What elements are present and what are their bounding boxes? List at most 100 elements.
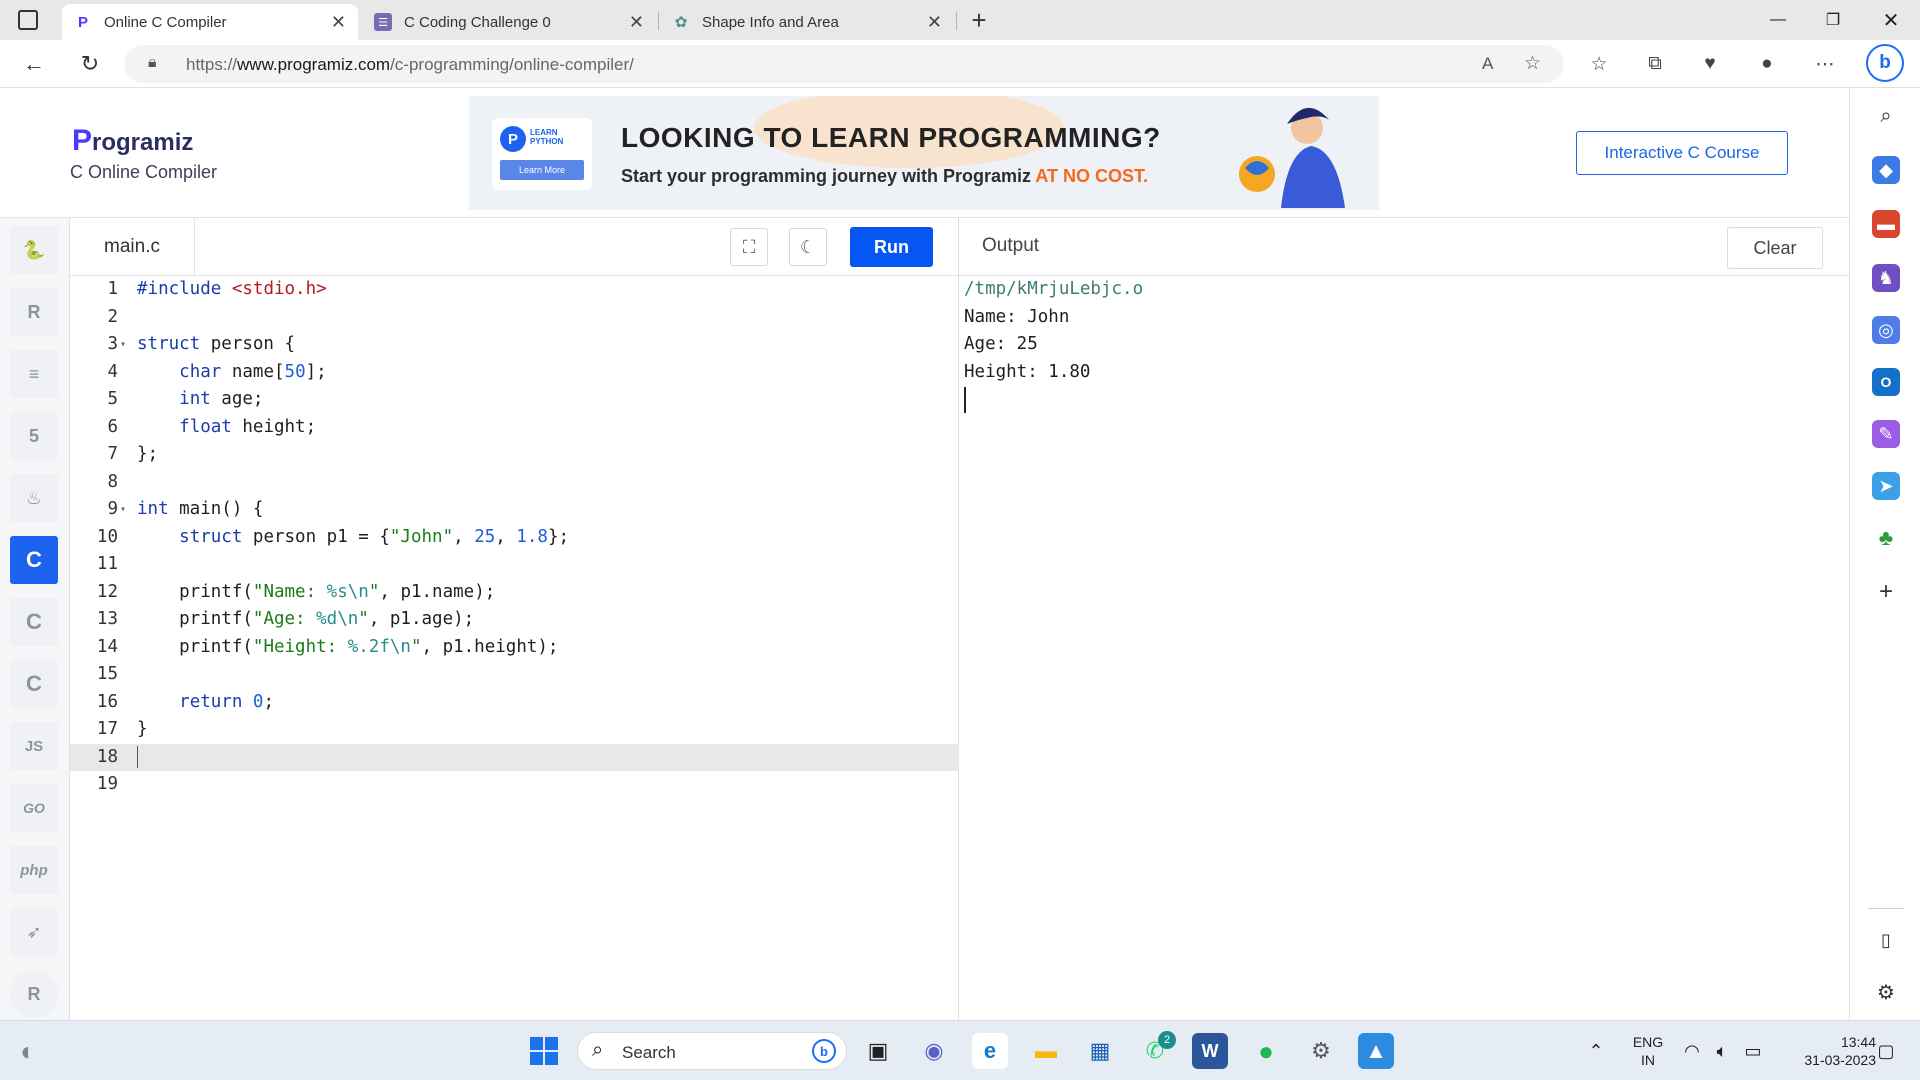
browser-essentials-icon[interactable]: ♥ (1695, 50, 1725, 78)
url-text: https://www.programiz.com/c-programming/… (186, 55, 634, 74)
collections-icon[interactable]: ⧉ (1640, 50, 1670, 78)
lock-icon[interactable]: 🔒︎ (148, 54, 157, 72)
refresh-icon[interactable]: ↻ (72, 48, 108, 80)
code-line: 14 printf("Height: %.2f\n", p1.height); (96, 636, 559, 657)
word-icon[interactable]: W (1192, 1033, 1228, 1069)
editor-pane: main.c ⛶ ☾ Run 1 #include <stdio.h> 2 3 ▾ s… (70, 218, 959, 1020)
read-aloud-icon[interactable]: A (1482, 54, 1493, 74)
code-line: 16 return 0; (96, 691, 275, 712)
file-explorer-icon[interactable]: ▬ (1028, 1033, 1064, 1069)
weather-icon[interactable]: ◐ (10, 1033, 46, 1069)
microsoft-store-icon[interactable]: ▦ (1082, 1033, 1118, 1069)
banner-subline: Start your programming journey with Prog… (621, 166, 1149, 186)
output-pane: Output Clear /tmp/kMrjuLebjc.o Name: Joh… (959, 218, 1849, 1020)
add-sidebar-app-icon[interactable]: + (1872, 578, 1900, 606)
text-cursor (137, 745, 138, 768)
language-sidebar: 🐍 R ≡ 5 ♨ C C C JS GO php ➶ R (0, 218, 70, 1020)
swift-lang-icon[interactable]: ➶ (10, 908, 58, 956)
close-tab-icon[interactable]: ✕ (927, 12, 942, 33)
tab-c-coding-challenge[interactable]: ☰ C Coding Challenge 0 ✕ (362, 4, 656, 40)
microsoft-365-icon[interactable]: ◎ (1872, 316, 1900, 344)
page-subtitle: C Online Compiler (70, 162, 218, 182)
battery-icon[interactable]: ▭ (1735, 1033, 1771, 1069)
language-indicator[interactable]: ENG IN (1628, 1033, 1668, 1069)
close-tab-icon[interactable]: ✕ (331, 12, 346, 33)
minimize-icon[interactable]: — (1751, 0, 1805, 40)
interactive-c-course-button[interactable]: Interactive C Course (1576, 131, 1788, 175)
javascript-lang-icon[interactable]: JS (10, 722, 58, 770)
html-lang-icon[interactable]: 5 (10, 412, 58, 460)
run-button[interactable]: Run (850, 227, 933, 267)
banner-card: P LEARN PYTHON Learn More (492, 118, 592, 190)
clear-button[interactable]: Clear (1727, 227, 1823, 269)
tree-icon[interactable]: ♣ (1872, 524, 1900, 552)
python-lang-icon[interactable]: 🐍 (10, 226, 58, 274)
address-bar[interactable]: 🔒︎ https://www.programiz.com/c-programmi… (124, 45, 1564, 83)
programiz-logo[interactable]: Programiz (72, 124, 193, 158)
fullscreen-icon[interactable]: ⛶ (730, 228, 768, 266)
output-line: Name: John (964, 306, 1070, 327)
browser-toolbar: ← ↻ 🔒︎ https://www.programiz.com/c-progr… (0, 40, 1920, 88)
close-tab-icon[interactable]: ✕ (629, 12, 644, 33)
profile-icon[interactable]: ● (1752, 50, 1782, 78)
back-icon[interactable]: ← (16, 48, 52, 80)
games-icon[interactable]: ♞ (1872, 264, 1900, 292)
learn-more-button[interactable]: Learn More (500, 160, 584, 180)
shopping-icon[interactable]: ◆ (1872, 156, 1900, 184)
show-hidden-icons-icon[interactable]: ⌃ (1578, 1033, 1614, 1069)
hide-sidebar-icon[interactable]: ▯ (1872, 926, 1900, 954)
windows-start-icon[interactable] (526, 1033, 562, 1069)
fold-arrow-icon[interactable]: ▾ (120, 496, 126, 524)
teams-chat-icon[interactable]: ◉ (916, 1033, 952, 1069)
tab-actions-icon[interactable] (18, 10, 38, 30)
php-lang-icon[interactable]: php (10, 846, 58, 894)
cpp-lang-icon[interactable]: C (10, 598, 58, 646)
outlook-icon[interactable]: O (1872, 368, 1900, 396)
favorites-icon[interactable]: ☆ (1584, 50, 1614, 78)
clock[interactable]: 13:44 31-03-2023 (1776, 1033, 1876, 1069)
code-line-active: 18 (70, 743, 959, 771)
c-lang-icon[interactable]: C (10, 536, 58, 584)
tab-title: Shape Info and Area (702, 13, 839, 31)
photos-icon[interactable]: ▲ (1358, 1033, 1394, 1069)
code-editor[interactable]: 1 #include <stdio.h> 2 3 ▾ struct person { … (70, 276, 959, 799)
task-view-icon[interactable]: ▣ (860, 1033, 896, 1069)
more-menu-icon[interactable]: ⋯ (1810, 50, 1840, 78)
settings-gear-icon[interactable]: ⚙ (1872, 978, 1900, 1006)
rust-lang-icon[interactable]: R (10, 970, 58, 1018)
close-window-icon[interactable]: ✕ (1864, 0, 1918, 40)
programiz-favicon-icon: P (77, 13, 88, 31)
search-icon[interactable]: ⌕ (1872, 102, 1900, 130)
code-line: 8 (107, 471, 118, 492)
whatsapp-badge: 2 (1158, 1031, 1176, 1049)
fold-arrow-icon[interactable]: ▾ (120, 331, 126, 359)
designer-icon[interactable]: ✎ (1872, 420, 1900, 448)
taskbar-search-box[interactable]: ⌕ Search b (577, 1032, 847, 1070)
code-line: 15 (96, 664, 118, 684)
restore-icon[interactable]: ❐ (1806, 0, 1860, 40)
r-lang-icon[interactable]: R (10, 288, 58, 336)
send-icon[interactable]: ➤ (1872, 472, 1900, 500)
tab-shape-info-and-area[interactable]: ✿ Shape Info and Area ✕ (660, 4, 954, 40)
add-favorite-icon[interactable]: ☆ (1524, 52, 1541, 75)
sidebar-divider (1868, 908, 1904, 909)
bing-icon[interactable]: b (812, 1039, 836, 1063)
go-lang-icon[interactable]: GO (10, 784, 58, 832)
java-lang-icon[interactable]: ♨ (10, 474, 58, 522)
spotify-icon[interactable]: ● (1248, 1033, 1284, 1069)
new-tab-icon[interactable]: + (964, 4, 994, 36)
notifications-icon[interactable]: ▢ (1868, 1033, 1904, 1069)
output-console[interactable]: /tmp/kMrjuLebjc.o Name: John Age: 25 Hei… (964, 276, 1143, 413)
file-tab-main-c[interactable]: main.c (70, 218, 195, 276)
banner-card-tag: LEARN PYTHON (530, 128, 564, 146)
code-line: 17} (96, 719, 148, 739)
settings-icon[interactable]: ⚙ (1303, 1033, 1339, 1069)
tools-icon[interactable]: ▬ (1872, 210, 1900, 238)
csharp-lang-icon[interactable]: C (10, 660, 58, 708)
dark-mode-moon-icon[interactable]: ☾ (789, 228, 827, 266)
sql-lang-icon[interactable]: ≡ (10, 350, 58, 398)
bing-chat-icon[interactable]: b (1866, 44, 1904, 82)
tab-online-c-compiler[interactable]: P Online C Compiler ✕ (62, 4, 358, 40)
ad-banner[interactable]: P LEARN PYTHON Learn More LOOKING TO LEAR… (469, 96, 1379, 210)
edge-browser-icon[interactable]: e (972, 1033, 1008, 1069)
